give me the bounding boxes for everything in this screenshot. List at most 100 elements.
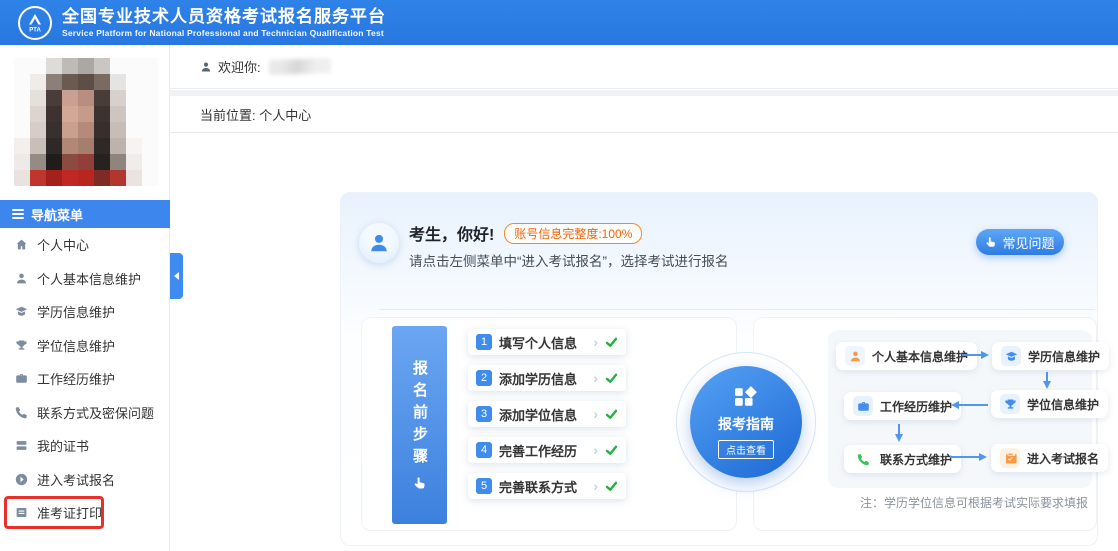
- check-icon: [605, 444, 618, 457]
- sidebar-menu: 个人中心 个人基本信息维护 学历信息维护 学位信息维护 工作经历维护 联系方式及…: [0, 228, 170, 530]
- welcome-bar: 欢迎你:: [170, 45, 1118, 89]
- sidebar-item-label: 联系方式及密保问题: [37, 403, 154, 422]
- nav-menu-title: 导航菜单: [31, 205, 83, 224]
- completeness-badge: 账号信息完整度:100%: [504, 223, 642, 244]
- degree-trophy-icon: [15, 339, 28, 352]
- guide-title: 报考指南: [718, 414, 774, 434]
- phone-icon: [853, 449, 873, 469]
- breadcrumb-label: 当前位置: 个人中心: [200, 105, 311, 124]
- check-icon: [605, 372, 618, 385]
- card-divider: [379, 309, 1095, 310]
- sidebar-item-education-info[interactable]: 学历信息维护: [0, 295, 170, 329]
- phone-icon: [15, 406, 28, 419]
- enter-exam-icon: [15, 473, 28, 486]
- faq-button-label: 常见问题: [1002, 233, 1054, 252]
- app-header: PTA 全国专业技术人员资格考试报名服务平台 Service Platform …: [0, 0, 1118, 45]
- sidebar-item-label: 个人中心: [37, 235, 89, 254]
- redacted-username: [268, 58, 330, 75]
- clipboard-icon: [1000, 448, 1020, 468]
- arrow-left-icon: [950, 400, 988, 410]
- flow-node-enter-exam[interactable]: 进入考试报名: [991, 444, 1108, 472]
- pointer-hand-icon: [413, 476, 427, 490]
- sidebar-item-label: 我的证书: [37, 436, 89, 455]
- collapse-arrow-icon: [174, 272, 179, 280]
- sidebar: 导航菜单 个人中心 个人基本信息维护 学历信息维护 学位信息维护 工作经历维护: [0, 45, 170, 551]
- arrow-right-icon: [962, 350, 990, 360]
- sidebar-item-degree-info[interactable]: 学位信息维护: [0, 329, 170, 363]
- flow-node-basic-info[interactable]: 个人基本信息维护: [836, 342, 977, 370]
- steps-list: 1 填写个人信息 › 2 添加学历信息 › 3 添加学位信息 ›: [468, 329, 626, 509]
- flow-node-education[interactable]: 学历信息维护: [992, 342, 1109, 370]
- guide-view-button[interactable]: 点击查看: [718, 440, 774, 459]
- breadcrumb: 当前位置: 个人中心: [170, 96, 1118, 133]
- sidebar-item-label: 准考证打印: [37, 503, 102, 522]
- sidebar-item-label: 学位信息维护: [37, 336, 115, 355]
- check-icon: [605, 408, 618, 421]
- step-number-badge: 5: [476, 478, 492, 494]
- sidebar-item-my-certificates[interactable]: 我的证书: [0, 429, 170, 463]
- step-fill-personal-info[interactable]: 1 填写个人信息 ›: [468, 329, 626, 355]
- check-icon: [605, 336, 618, 349]
- user-icon: [15, 272, 28, 285]
- home-icon: [15, 238, 28, 251]
- chevron-right-icon: ›: [593, 479, 598, 493]
- greeting-title: 考生，你好!: [409, 221, 494, 245]
- sidebar-item-label: 个人基本信息维护: [37, 269, 141, 288]
- arrow-down-icon: [1042, 372, 1052, 389]
- degree-trophy-icon: [1000, 394, 1020, 414]
- flow-node-degree[interactable]: 学位信息维护: [991, 390, 1108, 418]
- sidebar-item-basic-info[interactable]: 个人基本信息维护: [0, 262, 170, 296]
- candidate-avatar: [359, 223, 399, 263]
- pointer-hand-icon: [985, 236, 997, 248]
- check-icon: [605, 480, 618, 493]
- user-icon: [845, 346, 865, 366]
- greeting-subtitle: 请点击左侧菜单中“进入考试报名”，选择考试进行报名: [409, 250, 729, 270]
- platform-logo-icon: PTA: [18, 6, 52, 40]
- sidebar-item-label: 工作经历维护: [37, 369, 115, 388]
- step-number-badge: 3: [476, 406, 492, 422]
- sidebar-collapse-button[interactable]: [170, 253, 183, 299]
- arrow-right-icon: [950, 452, 988, 462]
- print-icon: [15, 506, 28, 519]
- app-subtitle: Service Platform for National Profession…: [62, 28, 386, 38]
- sidebar-item-contact-security[interactable]: 联系方式及密保问题: [0, 396, 170, 430]
- flow-node-contact[interactable]: 联系方式维护: [844, 445, 961, 473]
- app-title: 全国专业技术人员资格考试报名服务平台: [62, 7, 386, 27]
- svg-text:PTA: PTA: [29, 27, 41, 33]
- flow-node-work[interactable]: 工作经历维护: [844, 392, 961, 420]
- chevron-right-icon: ›: [593, 371, 598, 385]
- sidebar-item-work-experience[interactable]: 工作经历维护: [0, 362, 170, 396]
- graduation-cap-icon: [15, 305, 28, 318]
- user-id-photo: [14, 58, 158, 186]
- step-number-badge: 2: [476, 370, 492, 386]
- arrow-down-icon: [894, 424, 904, 442]
- screen: PTA 全国专业技术人员资格考试报名服务平台 Service Platform …: [0, 0, 1118, 551]
- personal-center-card: 考生，你好! 账号信息完整度:100% 请点击左侧菜单中“进入考试报名”，选择考…: [340, 192, 1098, 546]
- steps-banner: 报名前步骤: [392, 326, 447, 524]
- sidebar-item-admission-ticket-print[interactable]: 准考证打印: [0, 496, 170, 530]
- sidebar-item-personal-center[interactable]: 个人中心: [0, 228, 170, 262]
- step-complete-work[interactable]: 4 完善工作经历 ›: [468, 437, 626, 463]
- user-icon: [200, 61, 212, 73]
- grid-diamond-icon: [734, 385, 758, 409]
- flow-note: 注：学历学位信息可根据考试实际要求填报: [860, 494, 1088, 511]
- step-number-badge: 4: [476, 442, 492, 458]
- briefcase-icon: [853, 396, 873, 416]
- sidebar-item-enter-exam[interactable]: 进入考试报名: [0, 463, 170, 497]
- steps-banner-label: 报名前步骤: [409, 360, 430, 470]
- faq-button[interactable]: 常见问题: [976, 229, 1064, 255]
- step-complete-contact[interactable]: 5 完善联系方式 ›: [468, 473, 626, 499]
- briefcase-icon: [15, 372, 28, 385]
- nav-menu-header: 导航菜单: [0, 200, 170, 228]
- exam-guide-ring: 报考指南 点击查看: [676, 352, 816, 492]
- step-add-degree[interactable]: 3 添加学位信息 ›: [468, 401, 626, 427]
- exam-guide-circle[interactable]: 报考指南 点击查看: [690, 366, 802, 478]
- chevron-right-icon: ›: [593, 443, 598, 457]
- certificate-icon: [15, 439, 28, 452]
- welcome-label: 欢迎你:: [218, 57, 261, 76]
- step-number-badge: 1: [476, 334, 492, 350]
- sidebar-item-label: 学历信息维护: [37, 302, 115, 321]
- graduation-cap-icon: [1001, 346, 1021, 366]
- hamburger-icon: [12, 209, 24, 219]
- step-add-education[interactable]: 2 添加学历信息 ›: [468, 365, 626, 391]
